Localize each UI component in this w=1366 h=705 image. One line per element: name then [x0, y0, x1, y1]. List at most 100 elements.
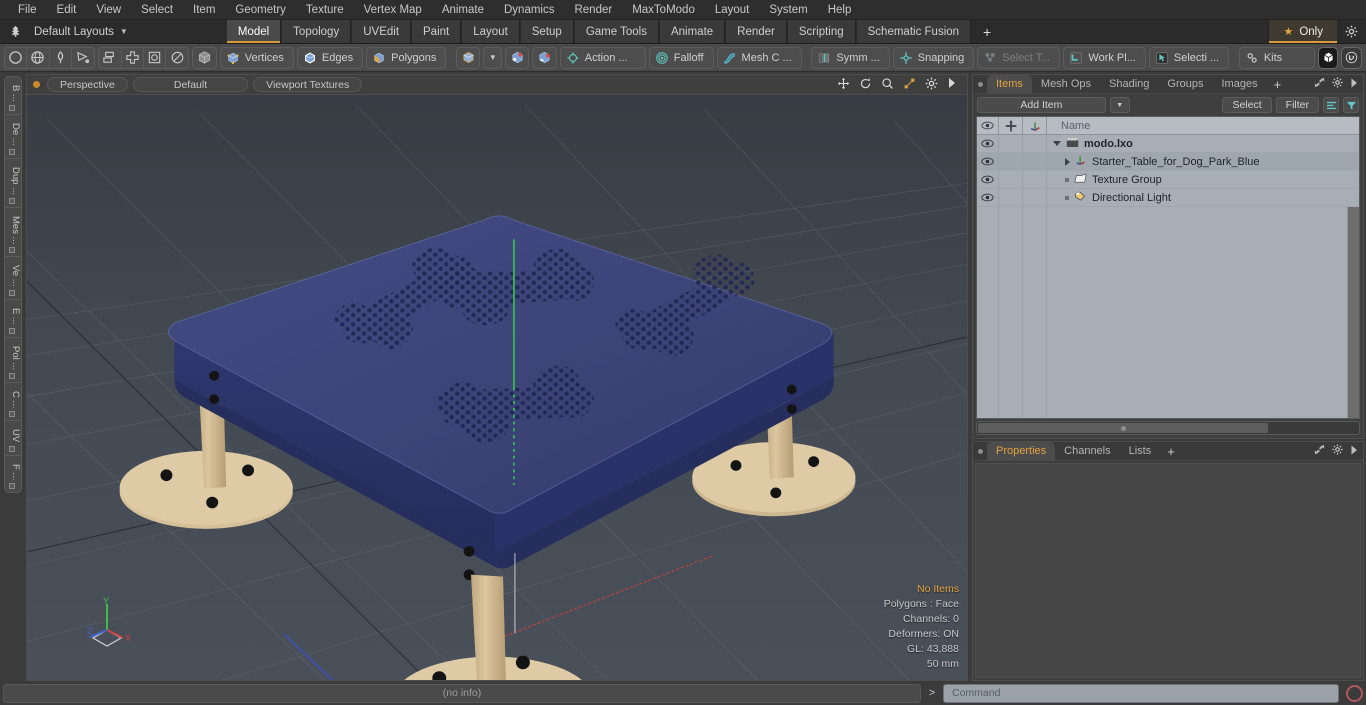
record-ring-icon[interactable] [1346, 684, 1363, 702]
menu-item-help[interactable]: Help [818, 0, 862, 20]
left-tab-deform[interactable]: De ... [5, 115, 21, 159]
fit-icon[interactable] [903, 77, 916, 93]
tab-render[interactable]: Render [725, 20, 787, 43]
chevron-right-icon[interactable] [1350, 78, 1358, 91]
unreal-badge-icon[interactable] [1341, 46, 1363, 69]
viewport-style-select[interactable]: Default [132, 77, 249, 92]
row-lock-cell[interactable] [999, 135, 1023, 152]
menu-item-texture[interactable]: Texture [296, 0, 354, 20]
viewport-shading-select[interactable]: Viewport Textures [253, 77, 363, 92]
panel-handle-dot[interactable] [973, 442, 987, 460]
add-panel-tab-button[interactable]: + [1267, 75, 1289, 93]
material-dropdown-button[interactable]: ▼ [483, 46, 503, 69]
align-icon[interactable] [122, 47, 144, 68]
only-toggle[interactable]: ★ Only [1268, 20, 1337, 43]
select-button[interactable]: Select [1222, 97, 1272, 113]
gear-icon[interactable] [1332, 77, 1343, 91]
tab-images[interactable]: Images [1213, 75, 1267, 93]
kits-button[interactable]: Kits [1238, 46, 1315, 69]
tab-setup[interactable]: Setup [519, 20, 574, 43]
tab-model[interactable]: Model [225, 20, 282, 43]
filter-funnel-icon[interactable] [1343, 97, 1359, 113]
row-lock-cell[interactable] [999, 189, 1023, 206]
menu-item-select[interactable]: Select [131, 0, 183, 20]
item-mode-cube-icon[interactable] [192, 46, 217, 69]
add-item-dropdown[interactable]: ▼ [1109, 97, 1130, 113]
scrollbar-thumb[interactable] [978, 423, 1269, 433]
left-tab-polygon[interactable]: Pol ... [5, 338, 21, 383]
item-tree-horizontal-scrollbar[interactable] [976, 421, 1360, 435]
selection-mode-polygons[interactable]: Polygons [366, 46, 447, 69]
row-transform-cell[interactable] [1023, 189, 1047, 206]
add-properties-tab-button[interactable]: + [1160, 442, 1182, 460]
center-icon[interactable] [144, 47, 167, 68]
row-transform-cell[interactable] [1023, 153, 1047, 170]
table-row[interactable]: modo.lxo [977, 135, 1359, 153]
expand-icon[interactable] [1314, 444, 1325, 458]
menu-item-vertex-map[interactable]: Vertex Map [354, 0, 432, 20]
gear-icon[interactable] [1337, 20, 1366, 43]
properties-panel-body[interactable] [975, 463, 1361, 678]
move-icon[interactable] [837, 77, 850, 93]
tab-properties[interactable]: Properties [987, 442, 1056, 460]
circle-icon[interactable] [5, 47, 28, 68]
list-options-icon[interactable] [1323, 97, 1339, 113]
tab-schematic-fusion[interactable]: Schematic Fusion [855, 20, 972, 43]
menu-item-dynamics[interactable]: Dynamics [494, 0, 564, 20]
layout-preset-dropdown[interactable]: Default Layouts ▼ [30, 20, 138, 43]
tab-paint[interactable]: Paint [411, 20, 462, 43]
left-tab-edge[interactable]: E ... [5, 300, 21, 338]
tab-lists[interactable]: Lists [1120, 442, 1161, 460]
chevron-right-icon[interactable] [1065, 157, 1070, 166]
tab-animate[interactable]: Animate [658, 20, 726, 43]
cube-snap-a-icon[interactable] [505, 46, 530, 69]
tab-items[interactable]: Items [987, 75, 1032, 93]
add-item-button[interactable]: Add Item [977, 97, 1106, 113]
tab-topology[interactable]: Topology [281, 20, 352, 43]
row-visibility-toggle[interactable] [977, 189, 999, 206]
menu-item-edit[interactable]: Edit [47, 0, 87, 20]
expand-icon[interactable] [1314, 77, 1325, 91]
curve-icon[interactable] [72, 48, 94, 68]
item-row-texture-group[interactable]: Texture Group [1047, 173, 1359, 187]
tab-game-tools[interactable]: Game Tools [573, 20, 659, 43]
tab-shading[interactable]: Shading [1100, 75, 1158, 93]
globe-icon[interactable] [27, 47, 50, 68]
tab-uvedit[interactable]: UVEdit [351, 20, 412, 43]
menu-item-render[interactable]: Render [564, 0, 622, 20]
symmetry-button[interactable]: Symm ... [811, 46, 890, 69]
tab-layout[interactable]: Layout [461, 20, 520, 43]
pen-icon[interactable] [50, 47, 72, 68]
action-center-button[interactable]: Action ... [559, 46, 646, 69]
row-visibility-toggle[interactable] [977, 135, 999, 152]
chevron-right-icon[interactable] [1350, 445, 1358, 458]
viewport-3d[interactable]: Y X Z No Items Polygons : Face Channels:… [26, 94, 968, 681]
left-tab-uv[interactable]: UV [5, 421, 21, 456]
cube-snap-b-icon[interactable] [532, 46, 557, 69]
item-row-directional-light[interactable]: Directional Light [1047, 191, 1359, 205]
work-plane-button[interactable]: Work Pl... [1063, 46, 1146, 69]
radial-icon[interactable] [166, 48, 188, 68]
select-through-button[interactable]: Select T... [977, 46, 1061, 69]
tab-scripting[interactable]: Scripting [786, 20, 856, 43]
zoom-icon[interactable] [881, 77, 894, 93]
menu-item-animate[interactable]: Animate [432, 0, 494, 20]
left-tab-fusion[interactable]: F ... [5, 456, 21, 492]
menu-item-system[interactable]: System [759, 0, 817, 20]
chevron-down-icon[interactable] [1053, 141, 1061, 146]
command-input[interactable]: Command [943, 683, 1339, 703]
menu-item-maxtomodo[interactable]: MaxToModo [622, 0, 705, 20]
row-lock-cell[interactable] [999, 153, 1023, 170]
viewport-projection-select[interactable]: Perspective [47, 77, 128, 92]
left-tab-mesh-edit[interactable]: Mes ... [5, 208, 21, 258]
row-visibility-toggle[interactable] [977, 153, 999, 170]
tab-mesh-ops[interactable]: Mesh Ops [1032, 75, 1100, 93]
table-row[interactable]: Starter_Table_for_Dog_Park_Blue [977, 153, 1359, 171]
item-tree-list[interactable]: Name modo.lxo Starter_Table_for_Dog_Park… [976, 116, 1360, 419]
cube-material-icon[interactable] [456, 46, 481, 69]
home-tree-icon[interactable] [0, 20, 30, 43]
selection-sets-button[interactable]: Selecti ... [1148, 46, 1230, 69]
mesh-constraint-button[interactable]: Mesh C ... [716, 46, 802, 69]
menu-item-view[interactable]: View [86, 0, 131, 20]
item-row-mesh[interactable]: Starter_Table_for_Dog_Park_Blue [1047, 154, 1359, 169]
